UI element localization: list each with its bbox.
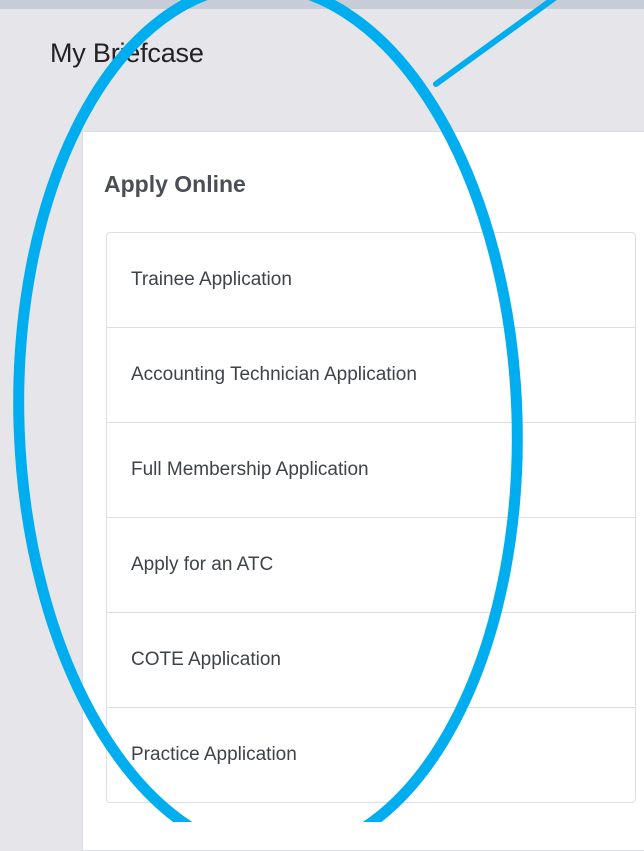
cote-application-link[interactable]: COTE Application xyxy=(107,613,635,708)
list-item-label: Full Membership Application xyxy=(131,459,369,480)
list-item-label: Accounting Technician Application xyxy=(131,364,417,385)
list-item-label: Apply for an ATC xyxy=(131,554,274,575)
list-item-label: Trainee Application xyxy=(131,269,292,290)
page-title: My Briefcase xyxy=(50,38,204,68)
application-list: Trainee Application Accounting Technicia… xyxy=(106,232,636,803)
list-item-label: Practice Application xyxy=(131,744,297,765)
list-item-label: COTE Application xyxy=(131,649,281,670)
full-membership-application-link[interactable]: Full Membership Application xyxy=(107,423,635,518)
accounting-technician-application-link[interactable]: Accounting Technician Application xyxy=(107,328,635,423)
callout-line xyxy=(433,0,557,87)
trainee-application-link[interactable]: Trainee Application xyxy=(107,233,635,328)
top-strip xyxy=(0,0,644,9)
practice-application-link[interactable]: Practice Application xyxy=(107,708,635,802)
apply-for-atc-link[interactable]: Apply for an ATC xyxy=(107,518,635,613)
panel-heading: Apply Online xyxy=(104,171,246,197)
